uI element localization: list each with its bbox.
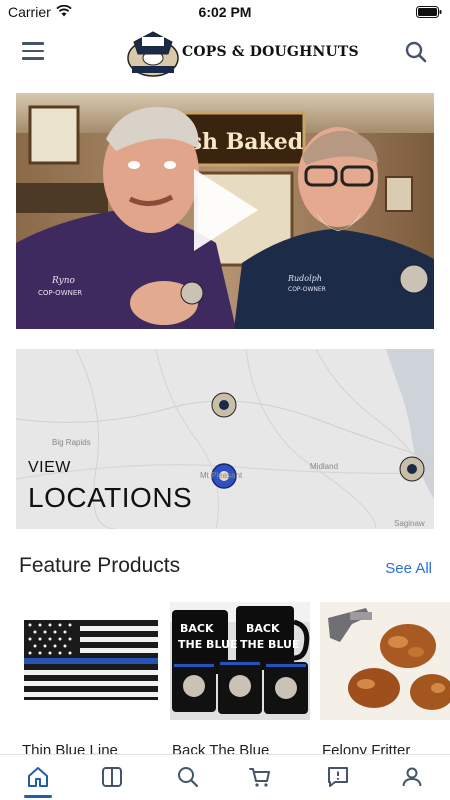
battery-icon — [416, 5, 442, 21]
home-icon[interactable] — [26, 765, 50, 789]
badge-icon — [127, 31, 179, 77]
city-label: Mt Pleasant — [200, 471, 243, 480]
mug-text: BACK — [180, 622, 214, 635]
search-icon[interactable] — [176, 765, 200, 789]
cart-icon[interactable] — [248, 765, 272, 789]
bottom-tab-bar — [0, 754, 450, 800]
feedback-icon[interactable] — [326, 765, 350, 789]
mug-text: THE BLUE — [240, 638, 300, 651]
product-image — [320, 602, 450, 720]
product-image — [20, 602, 160, 720]
brand-logo[interactable]: COPS & DOUGHNUTS — [126, 28, 359, 80]
mug-text: THE BLUE — [178, 638, 238, 651]
right-title: COP-OWNER — [288, 286, 326, 293]
left-name: Ryno — [51, 276, 75, 286]
city-label: Midland — [310, 462, 339, 471]
profile-icon[interactable] — [400, 765, 424, 789]
locations-label: LOCATIONS — [28, 482, 193, 513]
product-card[interactable]: Felony Fritter — [320, 602, 450, 759]
view-locations-card[interactable]: Big Rapids Mt Pleasant Midland Saginaw V… — [16, 349, 434, 529]
city-label: Big Rapids — [52, 438, 91, 447]
mug-text: BACK — [246, 622, 280, 635]
book-icon[interactable] — [100, 765, 124, 789]
product-image: BACK THE BLUE BACK THE BLUE — [170, 602, 310, 720]
status-bar: Carrier 6:02 PM — [0, 0, 450, 24]
video-thumbnail: Fresh Baked Ryno COP-OWNER Rudolph COP-O… — [16, 93, 434, 329]
left-title: COP-OWNER — [38, 289, 82, 297]
product-card[interactable]: Thin Blue Line — [20, 602, 160, 759]
see-all-link[interactable]: See All — [385, 560, 432, 577]
city-label: Saginaw — [394, 519, 425, 528]
clock: 6:02 PM — [198, 4, 252, 20]
product-card[interactable]: BACK THE BLUE BACK THE BLUE Back The Blu… — [170, 602, 310, 759]
logo-text: COPS & DOUGHNUTS — [182, 44, 359, 60]
right-name: Rudolph — [287, 274, 322, 283]
promo-video[interactable]: Fresh Baked Ryno COP-OWNER Rudolph COP-O… — [16, 93, 434, 329]
hamburger-menu-icon[interactable] — [22, 42, 48, 66]
search-icon[interactable] — [404, 40, 430, 66]
app-header: COPS & DOUGHNUTS — [0, 24, 450, 84]
active-tab-indicator — [24, 795, 52, 798]
section-title: Feature Products — [19, 554, 181, 577]
view-label: VIEW — [28, 459, 71, 476]
